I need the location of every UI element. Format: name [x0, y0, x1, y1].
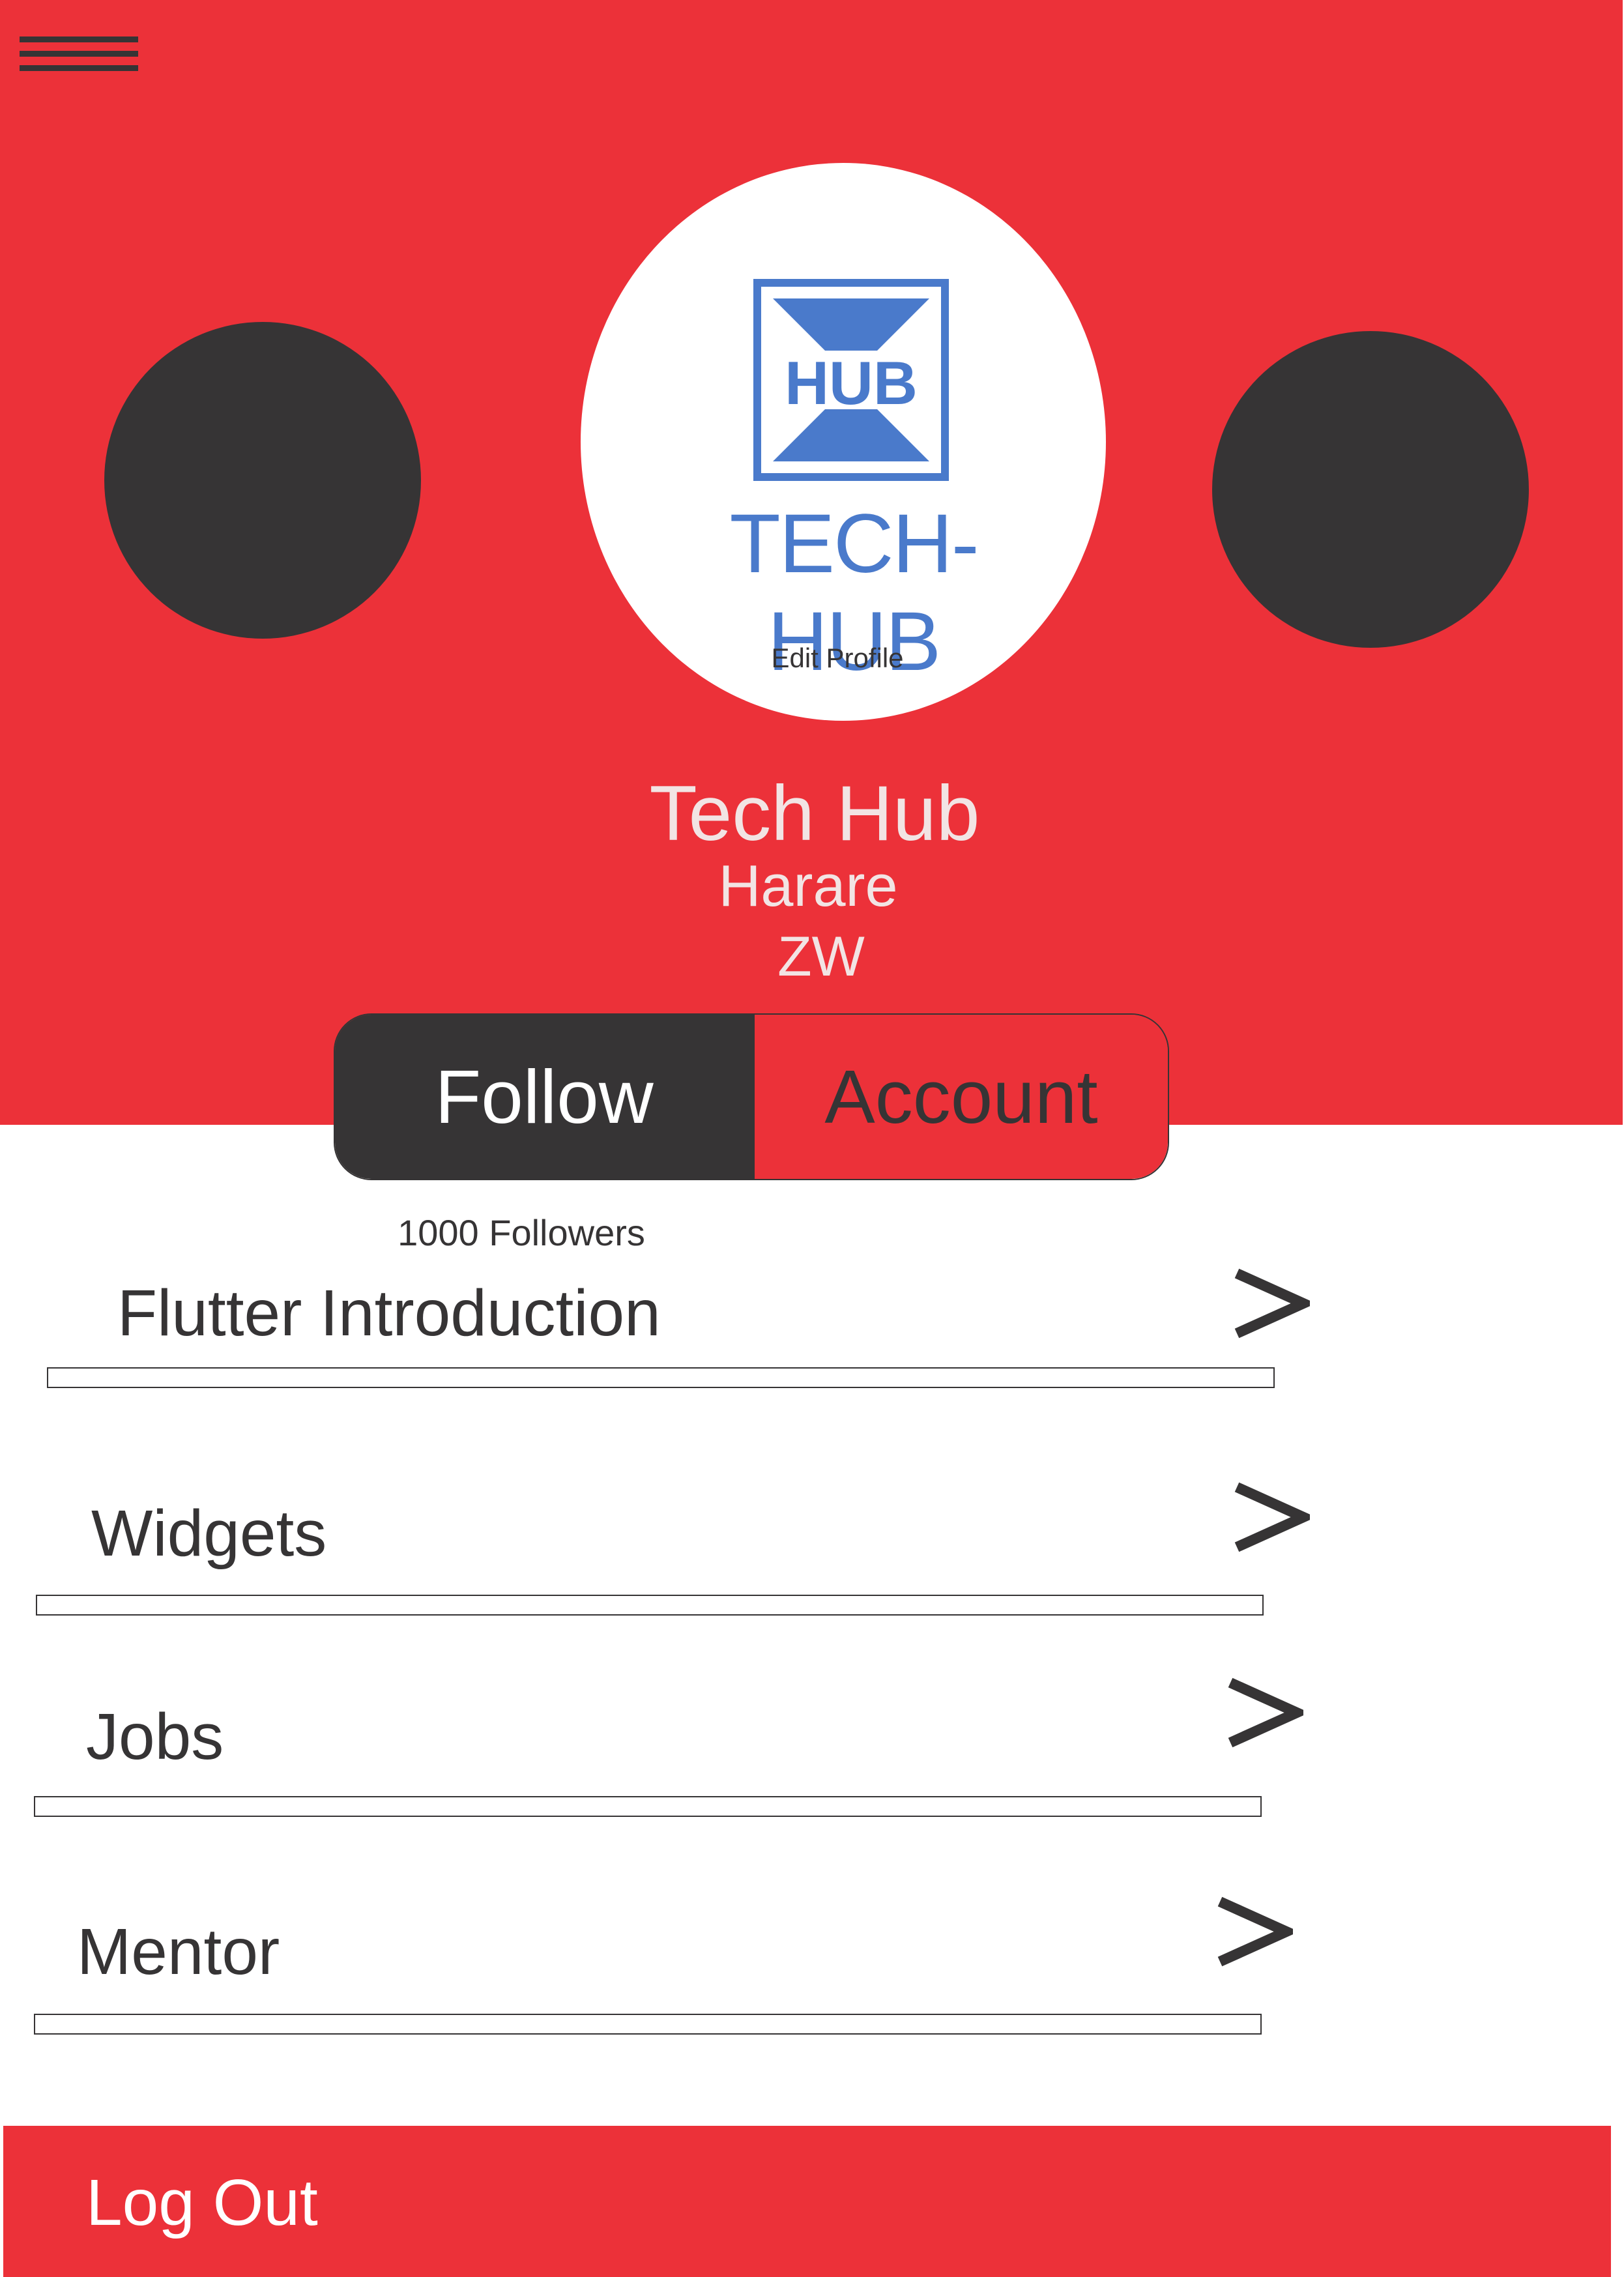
list-item-label: Widgets: [91, 1497, 327, 1570]
list-item-flutter-introduction[interactable]: Flutter Introduction: [0, 1258, 1369, 1395]
list-item-label: Mentor: [77, 1915, 280, 1988]
chevron-right-icon: [1217, 1896, 1293, 1967]
list-divider: [36, 1595, 1264, 1616]
profile-country: ZW: [777, 925, 865, 988]
list-divider: [34, 2014, 1262, 2035]
hamburger-menu-icon[interactable]: [20, 36, 138, 76]
list-item-widgets[interactable]: Widgets: [0, 1479, 1369, 1623]
profile-city: Harare: [718, 854, 898, 919]
account-button[interactable]: Account: [753, 1015, 1168, 1179]
list-item-mentor[interactable]: Mentor: [0, 1890, 1369, 2040]
logout-button[interactable]: Log Out: [3, 2126, 1611, 2277]
logo-badge-text: HUB: [785, 349, 918, 417]
followers-count: 1000 Followers: [398, 1212, 645, 1253]
list-divider: [34, 1796, 1262, 1817]
list-item-jobs[interactable]: Jobs: [0, 1675, 1369, 1818]
follow-button[interactable]: Follow: [335, 1015, 753, 1179]
chevron-right-icon: [1228, 1677, 1303, 1748]
chevron-right-icon: [1234, 1482, 1310, 1552]
list-item-label: Flutter Introduction: [117, 1277, 661, 1350]
list-divider: [47, 1367, 1275, 1388]
list-item-label: Jobs: [86, 1700, 224, 1773]
left-avatar-placeholder: [104, 322, 421, 639]
edit-profile-link[interactable]: Edit Profile: [743, 642, 932, 674]
chevron-right-icon: [1234, 1268, 1310, 1339]
profile-header: HUB TECH-HUB Edit Profile Tech Hub Harar…: [0, 0, 1623, 1125]
profile-actions: Follow Account: [334, 1013, 1169, 1180]
logout-label: Log Out: [86, 2166, 318, 2239]
profile-name: Tech Hub: [649, 770, 980, 857]
tech-hub-logo-icon: HUB: [753, 279, 949, 481]
right-avatar-placeholder: [1212, 331, 1529, 648]
